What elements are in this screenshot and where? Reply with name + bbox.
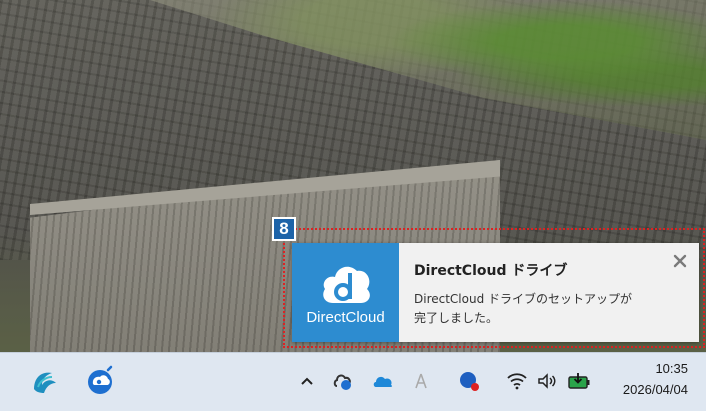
directcloud-logo: DirectCloud xyxy=(292,243,399,342)
chevron-up-icon xyxy=(301,377,313,385)
security-button[interactable] xyxy=(456,368,482,394)
ime-icon xyxy=(415,373,427,389)
notification-body: DirectCloud ドライブのセットアップが 完了しました。 xyxy=(414,290,664,328)
cloud-sync-button[interactable] xyxy=(330,368,356,394)
directcloud-app-icon xyxy=(88,365,113,394)
toast-notification[interactable]: DirectCloud DirectCloud ドライブ DirectCloud… xyxy=(292,243,699,342)
battery-icon xyxy=(568,373,590,389)
show-hidden-icons-button[interactable] xyxy=(296,369,318,393)
close-icon xyxy=(673,254,687,268)
taskbar: 10:35 2026/04/04 xyxy=(0,352,706,411)
security-icon xyxy=(460,372,479,391)
logo-text: DirectCloud xyxy=(306,309,385,326)
notification-title: DirectCloud ドライブ xyxy=(414,263,568,279)
battery-button[interactable] xyxy=(566,368,592,394)
notification-body-line2: 完了しました。 xyxy=(414,311,499,325)
cloud-sync-icon xyxy=(333,374,351,390)
wave-app-button[interactable] xyxy=(26,363,62,399)
directcloud-cloud-icon xyxy=(322,266,370,303)
ime-button[interactable] xyxy=(408,368,434,394)
wifi-icon xyxy=(507,373,527,390)
annotation-badge: 8 xyxy=(272,217,296,241)
notification-body-line1: DirectCloud ドライブのセットアップが xyxy=(414,292,633,306)
onedrive-icon xyxy=(373,376,393,387)
directcloud-app-button[interactable] xyxy=(82,363,118,399)
onedrive-button[interactable] xyxy=(370,368,396,394)
wifi-button[interactable] xyxy=(504,368,530,394)
volume-icon xyxy=(538,373,556,389)
wave-app-icon xyxy=(34,372,56,393)
clock-time[interactable]: 10:35 xyxy=(600,361,688,376)
clock-date[interactable]: 2026/04/04 xyxy=(600,382,688,397)
close-button[interactable] xyxy=(671,252,689,270)
volume-button[interactable] xyxy=(534,368,560,394)
